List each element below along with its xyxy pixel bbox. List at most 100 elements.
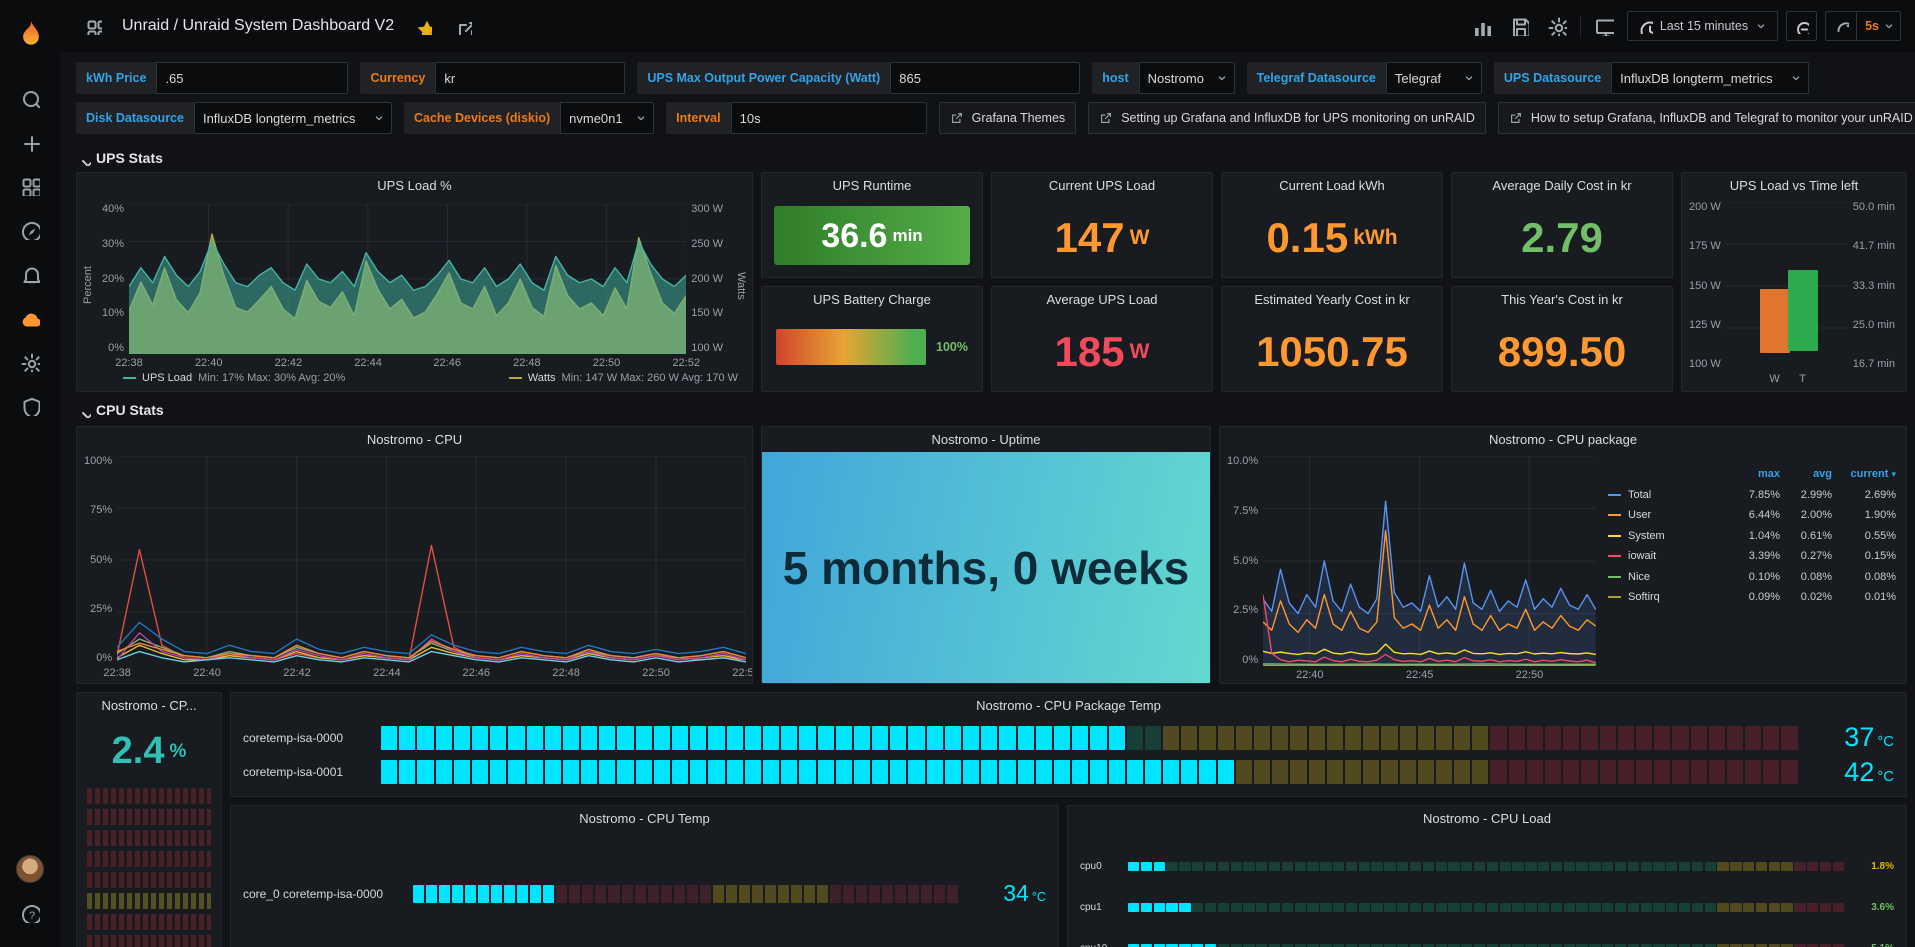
variable-select-telegraf-datasource[interactable]: Telegraf [1386,62,1482,94]
sidebar: ? [0,0,60,947]
caret-down-icon [1790,72,1802,84]
cycle-view-icon[interactable] [1589,10,1619,42]
refresh-controls: 5s [1825,11,1901,41]
history-bar [87,872,211,888]
gauge-value: 34°C [968,882,1046,905]
panel-title[interactable]: Nostromo - CPU Package Temp [231,693,1906,718]
led-gauge-row: core_0 coretemp-isa-0000 34°C [243,879,1046,908]
panel-ups-battery-charge: UPS Battery Charge 100% [761,286,983,392]
section-ups-stats[interactable]: UPS Stats [76,144,1907,172]
configuration-gear-icon[interactable] [8,342,52,382]
time-series-plot[interactable] [1263,456,1596,666]
refresh-interval[interactable]: 5s [1857,19,1883,33]
dashboard-variables: kWh PriceCurrencyUPS Max Output Power Ca… [60,52,1915,144]
panel-title[interactable]: Nostromo - CPU [77,427,752,452]
panel-nostromo-cpu-package: Nostromo - CPU package 10.0%7.5%5.0%2.5%… [1219,426,1907,684]
help-icon[interactable]: ? [8,893,52,933]
alerting-bell-icon[interactable] [8,254,52,294]
time-series-plot[interactable] [129,204,686,354]
x-axis: 22:3822:4022:4222:4422:4622:4822:5022:52 [129,354,686,371]
led-gauge-row: cpu105.1% [1080,941,1894,947]
variable-select-host[interactable]: Nostromo [1139,62,1235,94]
legend-table: maxavgcurrent ▾Total7.85%2.99%2.69%User6… [1602,452,1900,683]
time-range-picker[interactable]: Last 15 minutes [1627,11,1778,41]
variables-row-2: Disk DatasourceInfluxDB longterm_metrics… [76,102,1907,134]
panel-title[interactable]: Current UPS Load [992,173,1212,198]
variable-label-disk-datasource: Disk Datasource [76,102,194,134]
history-bar [87,788,211,804]
refresh-icon[interactable] [1826,12,1856,40]
variable-input-kwh-price[interactable] [156,62,348,94]
section-cpu-stats[interactable]: CPU Stats [76,396,1907,424]
dashboard-link-1[interactable]: Grafana Themes [939,102,1077,134]
legend-item[interactable]: UPS LoadMin: 17% Max: 30% Avg: 20% [123,372,345,384]
variables-row-1: kWh PriceCurrencyUPS Max Output Power Ca… [76,62,1907,94]
panel-title[interactable]: Nostromo - CPU package [1220,427,1906,452]
add-panel-icon[interactable] [1466,10,1496,42]
gauge-label: core_0 coretemp-isa-0000 [243,887,403,901]
explore-compass-icon[interactable] [8,210,52,250]
dashboards-grid-icon[interactable] [78,10,108,42]
history-bar [87,893,211,909]
panel-title[interactable]: UPS Runtime [762,173,982,198]
time-series-plot[interactable] [117,456,746,664]
dashboard-title[interactable]: Unraid / Unraid System Dashboard V2 [122,17,394,35]
zoom-out-button[interactable] [1786,11,1817,41]
section-label: CPU Stats [96,402,164,418]
caret-down-icon [373,112,385,124]
y-axis-right: 300 W250 W200 W150 W100 W [686,204,728,354]
y-axis-title-right: Watts [734,200,748,371]
variable-select-cache-devices-diskio[interactable]: nvme0n1 [560,102,654,134]
stat-value: 185W [992,312,1212,391]
panel-title[interactable]: Nostromo - CP... [77,693,221,718]
led-gauge-row: cpu01.8% [1080,859,1894,874]
dashboards-icon[interactable] [8,166,52,206]
dashboard-link-2[interactable]: Setting up Grafana and InfluxDB for UPS … [1088,102,1486,134]
legend-series-softirq[interactable]: Softirq0.09%0.02%0.01% [1608,587,1896,608]
panel-average-ups-load: Average UPS Load 185W [991,286,1213,392]
legend-series-iowait[interactable]: iowait3.39%0.27%0.15% [1608,546,1896,567]
legend-item[interactable]: WattsMin: 147 W Max: 260 W Avg: 170 W [509,372,738,384]
caret-down-icon[interactable] [1883,20,1895,32]
create-plus-icon[interactable] [8,122,52,162]
legend-series-nice[interactable]: Nice0.10%0.08%0.08% [1608,567,1896,588]
panel-title[interactable]: Nostromo - Uptime [762,427,1210,452]
gauge-value: 5.1% [1854,944,1894,947]
panel-title[interactable]: Nostromo - CPU Temp [231,806,1058,831]
user-avatar[interactable] [8,849,52,889]
bar-plot[interactable] [1726,202,1848,370]
legend-series-system[interactable]: System1.04%0.61%0.55% [1608,526,1896,547]
dashboard-link-3[interactable]: How to setup Grafana, InfluxDB and Teleg… [1498,102,1915,134]
battery-gauge [776,329,926,365]
panel-title[interactable]: Average Daily Cost in kr [1452,173,1672,198]
save-dashboard-icon[interactable] [1504,10,1534,42]
stat-value: 2.79 [1452,198,1672,277]
cloud-icon[interactable] [8,298,52,338]
search-icon[interactable] [8,78,52,118]
panel-title[interactable]: Estimated Yearly Cost in kr [1222,287,1442,312]
variable-input-interval[interactable] [731,102,927,134]
panel-title[interactable]: This Year's Cost in kr [1452,287,1672,312]
external-link-icon [1099,111,1113,125]
dashboard-settings-icon[interactable] [1542,10,1572,42]
grafana-logo[interactable] [8,10,52,56]
panel-title[interactable]: Average UPS Load [992,287,1212,312]
panel-cpu-temp: Nostromo - CPU Temp core_0 coretemp-isa-… [230,805,1059,947]
variable-input-ups-max-output-power-capacity-watt[interactable] [890,62,1080,94]
panel-title[interactable]: UPS Load % [77,173,752,198]
legend-series-user[interactable]: User6.44%2.00%1.90% [1608,505,1896,526]
server-admin-shield-icon[interactable] [8,386,52,426]
panel-title[interactable]: Current Load kWh [1222,173,1442,198]
favorite-star-icon[interactable] [408,10,438,42]
y-axis-left: 200 W175 W150 W125 W100 W [1684,202,1726,370]
variable-select-ups-datasource[interactable]: InfluxDB longterm_metrics [1611,62,1809,94]
share-icon[interactable] [448,10,478,42]
panel-title[interactable]: UPS Battery Charge [762,287,982,312]
legend-series-total[interactable]: Total7.85%2.99%2.69% [1608,485,1896,506]
panel-title[interactable]: Nostromo - CPU Load [1068,806,1906,831]
variable-input-currency[interactable] [435,62,625,94]
variable-select-disk-datasource[interactable]: InfluxDB longterm_metrics [194,102,392,134]
caret-down-icon [1216,72,1228,84]
panel-title[interactable]: UPS Load vs Time left [1682,173,1906,198]
time-range-label: Last 15 minutes [1660,19,1748,33]
